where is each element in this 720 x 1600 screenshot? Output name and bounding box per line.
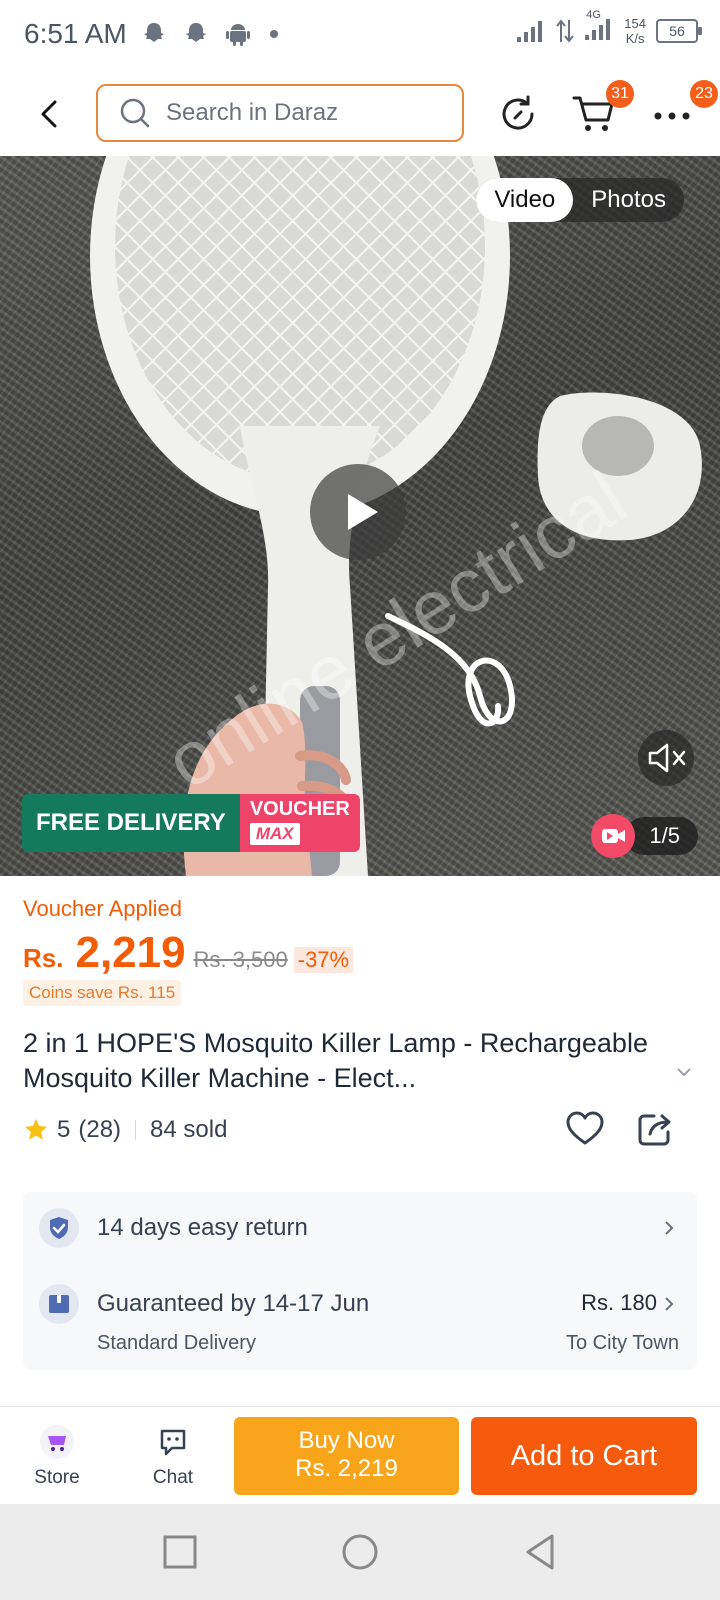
history-button[interactable]	[494, 90, 542, 138]
network-type: 4G	[586, 8, 601, 21]
product-media[interactable]: online electrical Video Photos FREE DELI…	[0, 156, 720, 876]
notification-icons	[140, 20, 282, 48]
store-button[interactable]: Store	[12, 1423, 102, 1489]
chat-icon	[160, 1429, 186, 1456]
data-transfer-icon	[556, 19, 575, 43]
share-button[interactable]	[634, 1108, 676, 1155]
rating-value: 5	[57, 1116, 71, 1143]
share-icon	[638, 1114, 671, 1146]
image-counter: 1/5	[625, 817, 698, 855]
play-icon	[348, 494, 378, 530]
battery-indicator: 56	[656, 19, 702, 43]
promo-banner: FREE DELIVERY VOUCHER MAX	[22, 794, 360, 852]
cart-badge: 31	[606, 80, 634, 108]
back-nav-icon[interactable]	[520, 1532, 560, 1572]
search-bar[interactable]	[96, 84, 464, 142]
cart-button[interactable]: 31	[570, 80, 634, 138]
heart-icon	[566, 1111, 604, 1145]
currency: Rs.	[23, 943, 64, 973]
signal-icon	[517, 21, 543, 42]
mute-button[interactable]	[638, 730, 694, 786]
voucher-applied-label: Voucher Applied	[23, 896, 183, 921]
rating-row[interactable]: 5 (28) 84 sold	[23, 1116, 227, 1144]
more-badge: 23	[690, 80, 718, 108]
dot-icon	[270, 30, 278, 38]
delivery-row[interactable]: Guaranteed by 14-17 Jun Standard Deliver…	[23, 1272, 697, 1370]
back-button[interactable]	[30, 94, 70, 134]
chevron-right-icon	[665, 1297, 674, 1311]
voucher-max-label: VOUCHER MAX	[239, 794, 360, 852]
network-speed: 154 K/s	[624, 16, 646, 46]
snapchat-icon	[144, 23, 164, 42]
return-policy-row[interactable]: 14 days easy return	[23, 1192, 697, 1264]
snapchat-icon	[186, 23, 206, 42]
delivery-type: Standard Delivery	[97, 1332, 256, 1354]
price-row: Rs. 2,219 Rs. 3,500 -37%	[23, 928, 354, 978]
system-navigation	[0, 1504, 720, 1600]
wishlist-button[interactable]	[564, 1108, 606, 1155]
search-icon	[120, 98, 150, 128]
store-icon	[40, 1425, 74, 1459]
more-button[interactable]: 23	[648, 80, 718, 138]
buy-now-price: Rs. 2,219	[295, 1455, 398, 1482]
buy-now-button[interactable]: Buy Now Rs. 2,219	[234, 1417, 459, 1495]
more-dots-icon	[654, 112, 690, 120]
product-title: 2 in 1 HOPE'S Mosquito Killer Lamp - Rec…	[23, 1028, 648, 1093]
action-bar: Store Chat Buy Now Rs. 2,219 Add to Cart	[0, 1406, 720, 1505]
chevron-right-icon	[665, 1221, 674, 1235]
back-arrow-icon	[41, 100, 57, 128]
status-time: 6:51 AM	[24, 18, 127, 49]
history-icon	[502, 95, 534, 130]
return-policy-text: 14 days easy return	[97, 1214, 308, 1241]
rating-count: (28)	[78, 1116, 122, 1143]
divider	[135, 1120, 137, 1140]
top-navigation: 31 23	[0, 72, 720, 156]
chat-button[interactable]: Chat	[128, 1423, 218, 1489]
chat-label: Chat	[152, 1467, 194, 1488]
tab-video[interactable]: Video	[476, 178, 574, 222]
video-camera-icon	[591, 814, 636, 858]
search-input[interactable]	[164, 98, 448, 128]
original-price: Rs. 3,500	[193, 947, 288, 972]
delivery-box-icon	[39, 1284, 79, 1324]
service-card: 14 days easy return Guaranteed by 14-17 …	[23, 1192, 697, 1370]
media-toggle: Video Photos	[476, 178, 684, 222]
free-delivery-label: FREE DELIVERY	[22, 794, 240, 852]
delivery-fee: Rs. 180	[581, 1290, 657, 1315]
recent-apps-icon[interactable]	[160, 1532, 200, 1572]
status-right: 4G 154 K/s 56	[516, 9, 702, 46]
shield-check-icon	[39, 1208, 79, 1248]
add-to-cart-button[interactable]: Add to Cart	[471, 1417, 697, 1495]
star-icon	[25, 1119, 47, 1140]
price: 2,219	[75, 928, 186, 977]
play-button[interactable]	[310, 464, 406, 560]
buy-now-label: Buy Now	[298, 1427, 395, 1454]
chevron-down-icon	[677, 1068, 691, 1077]
expand-title-button[interactable]	[674, 1062, 694, 1087]
store-label: Store	[34, 1467, 80, 1488]
coins-badge: Coins save Rs. 115	[23, 980, 182, 1006]
media-counter: 1/5	[591, 814, 698, 858]
tab-photos[interactable]: Photos	[573, 178, 684, 222]
speaker-muted-icon	[648, 743, 686, 773]
home-icon[interactable]	[340, 1532, 380, 1572]
status-bar: 6:51 AM 4G 154 K/s 56	[0, 0, 720, 72]
delivery-destination: To City Town	[565, 1332, 679, 1354]
discount-badge: -37%	[293, 947, 354, 973]
delivery-guarantee: Guaranteed by 14-17 Jun	[97, 1290, 370, 1317]
android-icon	[226, 24, 250, 46]
sold-count: 84 sold	[150, 1116, 228, 1143]
